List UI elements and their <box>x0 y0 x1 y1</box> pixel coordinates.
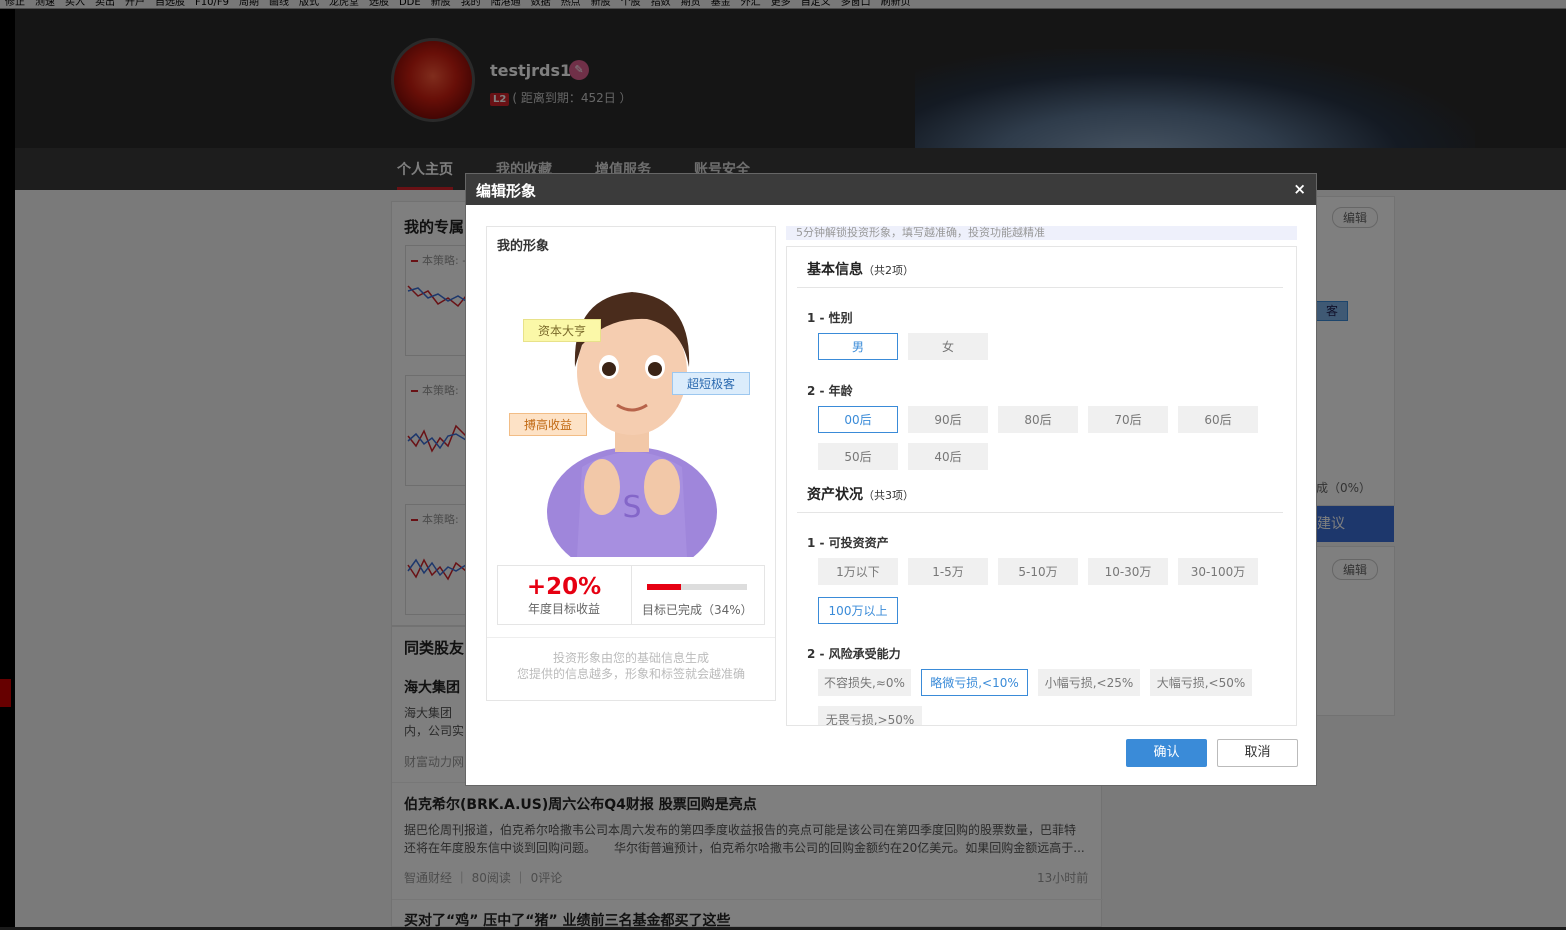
avatar-tag: 搏高收益 <box>509 413 588 436</box>
option-button[interactable]: 60后 <box>1178 406 1258 433</box>
option-button[interactable]: 90后 <box>908 406 988 433</box>
section-assets-title: 资产状况（共3项） <box>807 487 914 503</box>
svg-text:S: S <box>622 490 641 525</box>
avatar-figure: S 资本大亨 超短极客 搏高收益 <box>487 257 775 557</box>
option-button[interactable]: 30-100万 <box>1178 558 1258 585</box>
avatar-note-2: 您提供的信息越多，形象和标签就会越准确 <box>516 667 745 681</box>
question-gender: 1 - 性别 <box>807 311 853 325</box>
profile-form-panel: 5分钟解锁投资形象，填写越准确，投资功能越精准 基本信息（共2项） 1 - 性别… <box>786 226 1297 726</box>
target-value: +20% <box>526 574 602 600</box>
option-button[interactable]: 小幅亏损,<25% <box>1038 669 1140 696</box>
target-label: 年度目标收益 <box>527 602 600 616</box>
avatar-note: 投资形象由您的基础信息生成 您提供的信息越多，形象和标签就会越准确 <box>487 637 775 682</box>
option-button[interactable]: 略微亏损,<10% <box>921 669 1028 696</box>
option-button[interactable]: 男 <box>818 333 898 360</box>
avatar-note-1: 投资形象由您的基础信息生成 <box>552 651 709 665</box>
progress-fill <box>647 584 681 590</box>
option-button[interactable]: 1-5万 <box>908 558 988 585</box>
progress-bar <box>647 584 747 590</box>
dialog-title: 编辑形象 <box>476 182 537 200</box>
target-progress: 目标已完成（34%） <box>631 566 764 624</box>
option-button[interactable]: 女 <box>908 333 988 360</box>
cartoon-avatar-icon: S <box>547 292 717 557</box>
target-stats: +20% 年度目标收益 目标已完成（34%） <box>497 565 765 625</box>
option-button[interactable]: 70后 <box>1088 406 1168 433</box>
question-risk-tolerance: 2 - 风险承受能力 <box>807 647 901 661</box>
avatar-panel-title: 我的形象 <box>497 239 550 254</box>
question-investable-assets: 1 - 可投资资产 <box>807 536 889 550</box>
option-button[interactable]: 1万以下 <box>818 558 898 585</box>
option-button[interactable]: 10-30万 <box>1088 558 1168 585</box>
avatar-tag: 超短极客 <box>672 372 751 395</box>
progress-label: 目标已完成（34%） <box>642 603 753 617</box>
my-avatar-panel: 我的形象 S 资本大亨 超短极客 搏高收益 +20% 年度目标收益 目标已完成（… <box>486 226 776 701</box>
option-button[interactable]: 100万以上 <box>818 597 898 624</box>
option-button[interactable]: 大幅亏损,<50% <box>1150 669 1252 696</box>
annual-target: +20% 年度目标收益 <box>498 566 630 624</box>
option-button[interactable]: 不容损失,≈0% <box>818 669 911 696</box>
profile-form: 基本信息（共2项） 1 - 性别 男女 2 - 年龄 00后 90后 80后 70后 6… <box>786 246 1297 726</box>
form-hint: 5分钟解锁投资形象，填写越准确，投资功能越精准 <box>786 226 1297 240</box>
section-basic-title: 基本信息（共2项） <box>807 262 914 278</box>
cancel-button[interactable]: 取消 <box>1217 739 1298 767</box>
option-button[interactable]: 无畏亏损,>50% <box>818 706 922 725</box>
avatar-tag: 资本大亨 <box>523 319 602 342</box>
dialog-header: 编辑形象 <box>466 174 1316 205</box>
confirm-button[interactable]: 确认 <box>1126 739 1207 767</box>
option-button[interactable]: 40后 <box>908 443 988 470</box>
question-age: 2 - 年龄 <box>807 384 853 398</box>
option-button[interactable]: 5-10万 <box>998 558 1078 585</box>
option-button[interactable]: 00后 <box>818 406 898 433</box>
option-button[interactable]: 80后 <box>998 406 1078 433</box>
edit-avatar-dialog: 编辑形象 × 我的形象 S 资本大亨 超短极客 搏高收益 +20% 年度目标收益… <box>465 173 1317 786</box>
close-icon[interactable]: × <box>1293 180 1306 198</box>
option-button[interactable]: 50后 <box>818 443 898 470</box>
